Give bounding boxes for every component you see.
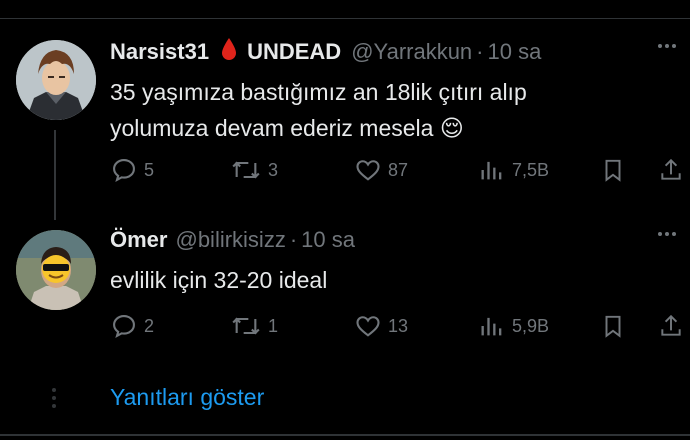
bookmark-button[interactable]	[600, 312, 626, 340]
reply-count: 5	[144, 159, 155, 180]
like-icon	[356, 316, 380, 337]
tweet-header: Ömer @bilirkisizz · 10 sa	[110, 226, 355, 254]
action-bar: 2 1 13 5,9B	[110, 312, 690, 342]
handle[interactable]: @Yarrakkun	[351, 39, 472, 65]
tweet-text: 35 yaşımıza bastığımız an 18lik çıtırı a…	[110, 79, 527, 141]
separator-dot: ·	[476, 39, 484, 64]
views-icon	[481, 317, 502, 336]
repost-icon	[232, 161, 260, 179]
views-button[interactable]: 5,9B	[478, 312, 549, 340]
more-icon[interactable]	[658, 44, 676, 48]
bottom-divider	[0, 434, 690, 436]
share-icon	[661, 158, 681, 180]
like-count: 13	[388, 315, 409, 336]
repost-count: 1	[268, 315, 279, 336]
tweet-header: Narsist31 UNDEAD @Yarrakkun · 10 sa	[110, 38, 541, 66]
reply-count: 2	[144, 315, 155, 336]
reply-button[interactable]: 5	[110, 156, 154, 184]
bookmark-icon	[605, 159, 621, 182]
views-button[interactable]: 7,5B	[478, 156, 549, 184]
top-divider	[0, 18, 690, 19]
like-icon	[356, 160, 380, 181]
share-button[interactable]	[658, 156, 684, 184]
reply-icon	[113, 315, 135, 339]
repost-button[interactable]: 1	[230, 312, 278, 340]
repost-count: 3	[268, 159, 279, 180]
repost-icon	[232, 317, 260, 335]
like-button[interactable]: 13	[354, 312, 408, 340]
share-icon	[661, 314, 681, 336]
avatar[interactable]	[16, 230, 96, 310]
handle[interactable]: @bilirkisizz	[175, 227, 285, 253]
like-count: 87	[388, 159, 409, 180]
share-button[interactable]	[658, 312, 684, 340]
repost-button[interactable]: 3	[230, 156, 278, 184]
display-name[interactable]: Narsist31	[110, 39, 209, 65]
views-icon	[481, 161, 502, 180]
display-name[interactable]: Ömer	[110, 227, 167, 253]
view-count: 5,9B	[512, 315, 550, 336]
bookmark-icon	[605, 315, 621, 338]
avatar[interactable]	[16, 40, 96, 120]
thread-line	[54, 130, 56, 220]
tweet-text: evlilik için 32-20 ideal	[110, 267, 328, 293]
action-bar: 5 3 87 7,5B	[110, 156, 690, 186]
show-replies-link[interactable]: Yanıtları göster	[110, 384, 264, 411]
name-tag: UNDEAD	[247, 39, 342, 64]
timestamp[interactable]: 10 sa	[301, 227, 355, 253]
timestamp[interactable]: 10 sa	[488, 39, 542, 65]
thread-dots	[52, 388, 56, 408]
reply-button[interactable]: 2	[110, 312, 154, 340]
bookmark-button[interactable]	[600, 156, 626, 184]
blood-drop-icon	[221, 37, 237, 67]
like-button[interactable]: 87	[354, 156, 408, 184]
view-count: 7,5B	[512, 159, 550, 180]
separator-dot: ·	[289, 227, 298, 252]
more-icon[interactable]	[658, 232, 676, 236]
reply-icon	[113, 159, 135, 183]
